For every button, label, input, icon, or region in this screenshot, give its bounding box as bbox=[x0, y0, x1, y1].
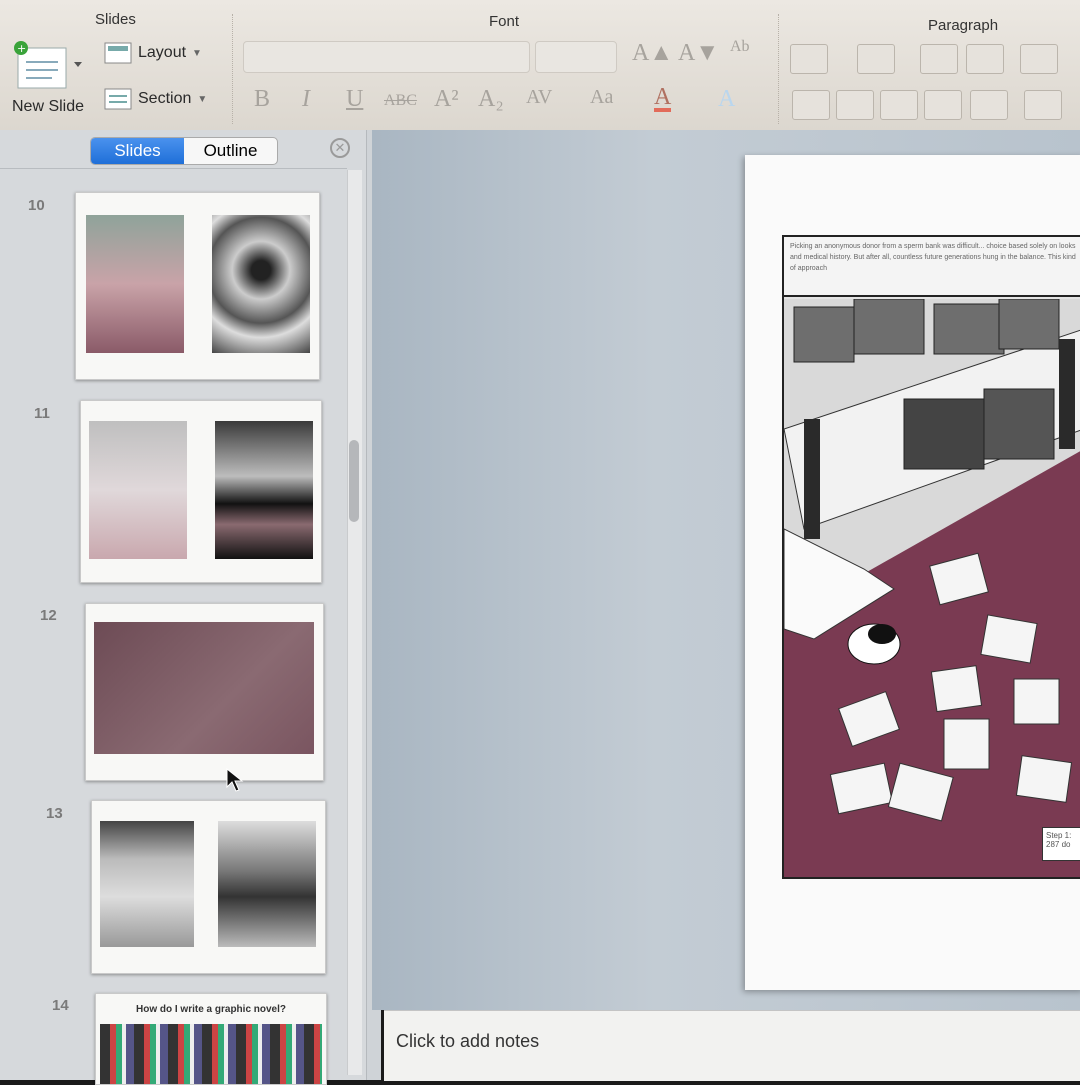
view-tabs: Slides Outline bbox=[90, 137, 278, 165]
grow-font-button[interactable]: A▲ bbox=[632, 40, 673, 67]
tab-slides[interactable]: Slides bbox=[91, 138, 184, 164]
subscript-button[interactable]: A₂ bbox=[478, 86, 504, 113]
comic-page-image bbox=[86, 215, 184, 353]
strikethrough-button[interactable]: ABC bbox=[384, 92, 417, 110]
align-right-icon[interactable] bbox=[880, 90, 918, 120]
font-group-label: Font bbox=[489, 13, 520, 30]
slides-group-label: Slides bbox=[95, 11, 136, 28]
bold-button[interactable]: B bbox=[254, 86, 270, 113]
slide-number: 13 bbox=[46, 805, 63, 822]
slide-thumbnail-14[interactable]: How do I write a graphic novel? bbox=[95, 993, 327, 1085]
scrollbar[interactable] bbox=[347, 170, 362, 1075]
character-spacing-button[interactable]: AV bbox=[526, 86, 552, 109]
slide-number: 11 bbox=[34, 405, 50, 422]
scrollbar-thumb[interactable] bbox=[349, 440, 359, 522]
numbering-icon[interactable] bbox=[857, 44, 895, 74]
divider bbox=[0, 168, 347, 169]
divider bbox=[232, 14, 233, 124]
font-size-dropdown[interactable] bbox=[535, 41, 617, 73]
comic-page-image bbox=[212, 215, 310, 353]
svg-text:+: + bbox=[17, 42, 26, 55]
change-case-button[interactable]: Aa bbox=[590, 86, 613, 109]
bullets-icon[interactable] bbox=[790, 44, 828, 74]
comic-panel-art bbox=[784, 299, 1080, 877]
align-center-icon[interactable] bbox=[836, 90, 874, 120]
chevron-down-icon: ▼ bbox=[197, 93, 208, 105]
close-icon[interactable]: ✕ bbox=[330, 138, 350, 158]
justify-icon[interactable] bbox=[924, 90, 962, 120]
layout-icon bbox=[104, 42, 132, 64]
slide-thumbnail-10[interactable] bbox=[75, 192, 320, 380]
text-effects-icon[interactable]: A bbox=[718, 86, 735, 113]
slide-number: 14 bbox=[52, 997, 69, 1014]
mouse-cursor-icon bbox=[226, 768, 244, 792]
slide-number: 12 bbox=[40, 607, 57, 624]
comic-page-image bbox=[100, 821, 194, 947]
layout-button[interactable]: Layout ▼ bbox=[104, 42, 202, 64]
underline-button[interactable]: U bbox=[346, 86, 363, 113]
ribbon: Slides Font Paragraph + New Slide Layout… bbox=[0, 0, 1080, 131]
comic-spread-image bbox=[94, 622, 314, 754]
increase-indent-icon[interactable] bbox=[966, 44, 1004, 74]
italic-button[interactable]: I bbox=[302, 86, 310, 113]
slide-thumbnail-12[interactable] bbox=[85, 603, 324, 781]
columns-icon[interactable] bbox=[970, 90, 1008, 120]
tab-outline[interactable]: Outline bbox=[184, 138, 277, 164]
notes-placeholder[interactable]: Click to add notes bbox=[396, 1031, 539, 1052]
notes-pane[interactable]: Click to add notes bbox=[384, 1010, 1080, 1081]
clear-format-icon[interactable]: Ab bbox=[730, 38, 750, 56]
decrease-indent-icon[interactable] bbox=[920, 44, 958, 74]
comic-page-image: Picking an anonymous donor from a sperm … bbox=[782, 235, 1080, 879]
chevron-down-icon: ▼ bbox=[192, 47, 202, 59]
font-name-dropdown[interactable] bbox=[243, 41, 530, 73]
comic-page-image bbox=[215, 421, 313, 559]
shrink-font-button[interactable]: A▼ bbox=[678, 40, 719, 67]
section-button[interactable]: Section ▼ bbox=[104, 88, 207, 110]
bookshelf-image bbox=[100, 1024, 322, 1084]
superscript-button[interactable]: A² bbox=[434, 86, 459, 113]
slide-thumbnail-11[interactable] bbox=[80, 400, 322, 583]
new-slide-button[interactable]: + New Slide bbox=[12, 40, 92, 116]
slide-number: 10 bbox=[28, 197, 45, 214]
new-slide-icon: + bbox=[14, 41, 82, 89]
divider bbox=[778, 14, 779, 124]
step-caption: Step 1: 287 do bbox=[1042, 827, 1080, 861]
new-slide-label: New Slide bbox=[12, 98, 85, 115]
slide-thumbnail-13[interactable] bbox=[91, 800, 326, 974]
font-color-button[interactable]: A bbox=[654, 85, 672, 112]
comic-page-image bbox=[89, 421, 187, 559]
text-direction-icon[interactable] bbox=[1024, 90, 1062, 120]
section-label: Section bbox=[138, 90, 192, 107]
layout-label: Layout bbox=[138, 44, 187, 61]
slide-title: How do I write a graphic novel? bbox=[135, 1004, 287, 1015]
caption-box: Picking an anonymous donor from a sperm … bbox=[784, 237, 1080, 297]
section-icon bbox=[104, 88, 132, 110]
line-spacing-icon[interactable] bbox=[1020, 44, 1058, 74]
comic-page-image bbox=[218, 821, 316, 947]
align-left-icon[interactable] bbox=[792, 90, 830, 120]
paragraph-group-label: Paragraph bbox=[928, 17, 999, 34]
